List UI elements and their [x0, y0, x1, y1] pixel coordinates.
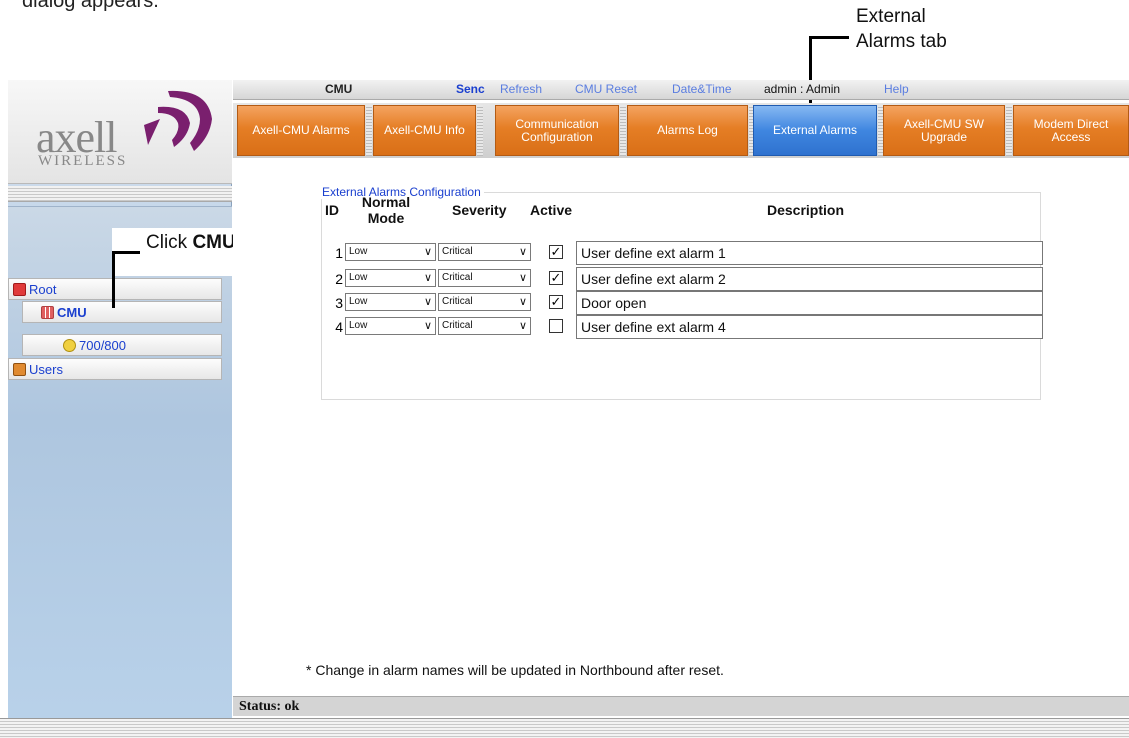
tab-axell-cmu-alarms[interactable]: Axell-CMU Alarms	[237, 105, 365, 156]
normal-mode-select[interactable]: Low ∨	[345, 293, 436, 311]
normal-mode-value: Low	[349, 246, 368, 257]
tree-item-label: Users	[29, 361, 63, 377]
cmu-reset-button[interactable]: CMU Reset	[575, 82, 637, 96]
tree-item-users[interactable]: Users	[8, 358, 222, 380]
logo-subtitle: WIRELESS	[38, 153, 128, 169]
click-cmu-callout: Click CMU	[146, 232, 236, 254]
column-header-active: Active	[530, 202, 573, 218]
row-id: 4	[335, 319, 343, 335]
tab-modem-direct-access[interactable]: Modem Direct Access	[1013, 105, 1129, 156]
root-node-icon	[13, 282, 26, 296]
description-field[interactable]: User define ext alarm 2	[576, 267, 1043, 291]
severity-value: Critical	[442, 320, 473, 331]
description-field[interactable]: Door open	[576, 291, 1043, 315]
cmu-grid-icon	[41, 305, 54, 319]
tree-item-label: 700/800	[79, 337, 126, 353]
bottom-border	[0, 718, 1129, 738]
tab-axell-cmu-info[interactable]: Axell-CMU Info	[373, 105, 476, 156]
tab-alarms-log[interactable]: Alarms Log	[627, 105, 748, 156]
severity-select[interactable]: Critical ∨	[438, 269, 531, 287]
callout-leader-horizontal	[112, 251, 140, 254]
normal-mode-select[interactable]: Low ∨	[345, 243, 436, 261]
normal-mode-value: Low	[349, 296, 368, 307]
severity-value: Critical	[442, 246, 473, 257]
tab-separator	[1006, 105, 1012, 156]
description-field[interactable]: User define ext alarm 1	[576, 241, 1043, 265]
logo-arc-icon	[144, 90, 212, 151]
chevron-down-icon: ∨	[423, 246, 432, 258]
callout-leader-vertical	[112, 251, 115, 308]
callout-line-2: Alarms tab	[856, 31, 947, 52]
tab-separator	[620, 105, 626, 156]
device-title: CMU	[325, 82, 353, 96]
row-id: 1	[335, 245, 343, 261]
severity-select[interactable]: Critical ∨	[438, 317, 531, 335]
chevron-down-icon: ∨	[423, 296, 432, 308]
screenshot-root: dialog appears. External Alarms tab axel…	[0, 0, 1129, 738]
column-header-id: ID	[325, 202, 339, 218]
main-content: External Alarms Configuration ID Normal …	[233, 160, 1129, 696]
tree-item-label: Root	[29, 281, 57, 297]
severity-select[interactable]: Critical ∨	[438, 243, 531, 261]
active-checkbox[interactable]: ✓	[549, 271, 563, 285]
normal-mode-value: Low	[349, 320, 368, 331]
sidebar: axell WIRELESS Root CMU 700/800 Users	[8, 80, 232, 738]
row-id: 3	[335, 295, 343, 311]
active-checkbox[interactable]	[549, 319, 563, 333]
table-row: 2 Low ∨ Critical ∨ ✓ User define ext alarm…	[325, 267, 1055, 291]
active-checkbox[interactable]: ✓	[549, 295, 563, 309]
tab-separator	[366, 105, 372, 156]
table-row: 1 Low ∨ Critical ∨ ✓ User define ext alarm…	[325, 241, 1055, 265]
severity-value: Critical	[442, 296, 473, 307]
tab-external-alarms[interactable]: External Alarms	[753, 105, 877, 156]
top-menu-bar: CMU Senc Refresh CMU Reset Date&Time adm…	[233, 80, 1129, 100]
tab-separator	[477, 105, 483, 156]
logo-panel: axell WIRELESS	[8, 80, 232, 184]
users-icon	[13, 362, 26, 376]
document-caption: dialog appears.	[22, 0, 159, 12]
external-alarms-callout: External Alarms tab	[856, 4, 947, 54]
description-field[interactable]: User define ext alarm 4	[576, 315, 1043, 339]
tree-item-root[interactable]: Root	[8, 278, 222, 300]
tab-communication-configuration[interactable]: Communication Configuration	[495, 105, 619, 156]
row-id: 2	[335, 271, 343, 287]
date-time-button[interactable]: Date&Time	[672, 82, 732, 96]
tree-item-700-800[interactable]: 700/800	[22, 334, 222, 356]
severity-select[interactable]: Critical ∨	[438, 293, 531, 311]
tree-item-cmu[interactable]: CMU	[22, 301, 222, 323]
sidebar-divider	[8, 186, 232, 202]
alarm-status-icon	[63, 338, 76, 352]
normal-mode-select[interactable]: Low ∨	[345, 269, 436, 287]
column-header-severity: Severity	[452, 202, 507, 218]
tab-bar: Axell-CMU Alarms Axell-CMU Info Communic…	[233, 103, 1129, 158]
send-button[interactable]: Senc	[456, 82, 485, 96]
status-bar: Status: ok	[233, 696, 1129, 716]
user-indicator: admin : Admin	[764, 82, 841, 96]
help-button[interactable]: Help	[884, 82, 909, 96]
normal-mode-value: Low	[349, 272, 368, 283]
callout-leader-horizontal	[809, 36, 849, 39]
severity-value: Critical	[442, 272, 473, 283]
normal-mode-select[interactable]: Low ∨	[345, 317, 436, 335]
column-header-normal-mode: Normal Mode	[361, 194, 411, 226]
chevron-down-icon: ∨	[518, 272, 527, 284]
table-row: 3 Low ∨ Critical ∨ ✓ Door open	[325, 291, 1055, 315]
column-header-description: Description	[767, 202, 845, 218]
tree-item-label: CMU	[57, 304, 87, 320]
reset-note: * Change in alarm names will be updated …	[306, 662, 724, 678]
chevron-down-icon: ∨	[423, 272, 432, 284]
refresh-button[interactable]: Refresh	[500, 82, 542, 96]
tab-axell-cmu-sw-upgrade[interactable]: Axell-CMU SW Upgrade	[883, 105, 1005, 156]
callout-click-target: CMU	[192, 232, 236, 253]
chevron-down-icon: ∨	[518, 246, 527, 258]
chevron-down-icon: ∨	[518, 296, 527, 308]
chevron-down-icon: ∨	[518, 320, 527, 332]
table-row: 4 Low ∨ Critical ∨ User define ext alarm 4	[325, 315, 1055, 339]
callout-click-prefix: Click	[146, 232, 193, 253]
callout-line-1: External	[856, 6, 926, 27]
chevron-down-icon: ∨	[423, 320, 432, 332]
active-checkbox[interactable]: ✓	[549, 245, 563, 259]
